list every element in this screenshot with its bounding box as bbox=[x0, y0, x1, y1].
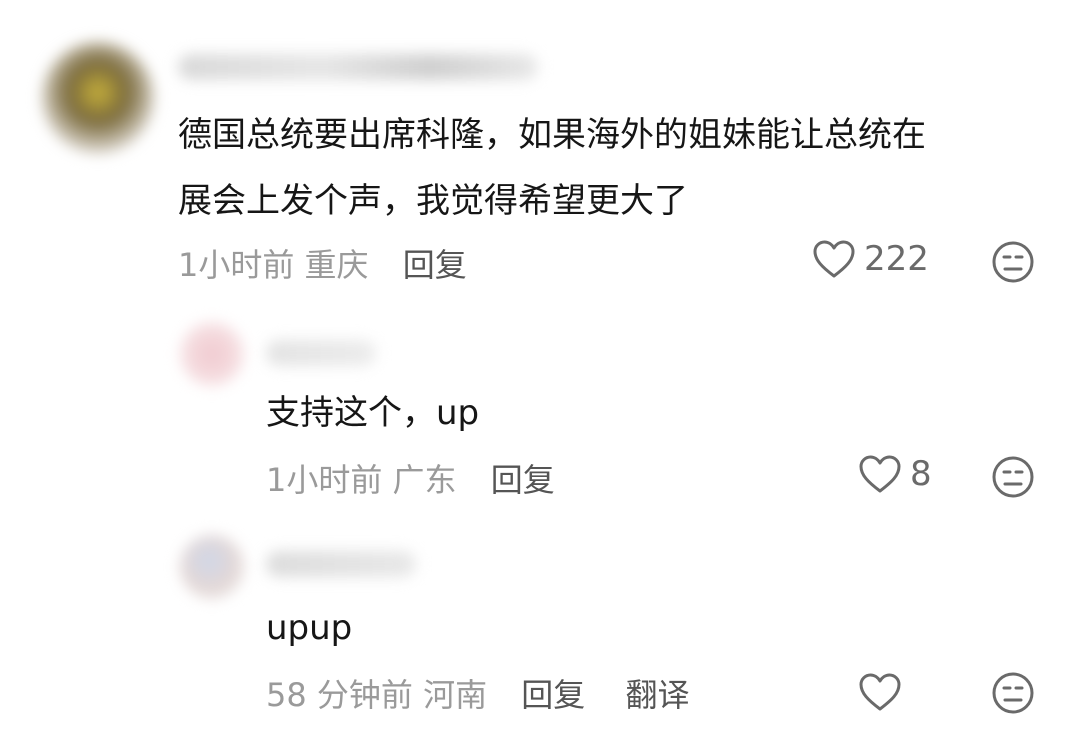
username-blurred[interactable] bbox=[266, 340, 376, 366]
neutral-face-icon bbox=[992, 241, 1034, 283]
dislike-button[interactable] bbox=[991, 455, 1035, 499]
username-blurred[interactable] bbox=[266, 551, 416, 577]
neutral-face-icon bbox=[992, 672, 1034, 714]
location: 广东 bbox=[392, 461, 457, 499]
dislike-button[interactable] bbox=[991, 671, 1035, 715]
like-count: 8 bbox=[910, 454, 932, 494]
comment-top-level: 德国总统要出席科隆，如果海外的姐妹能让总统在 展会上发个声，我觉得希望更大了 1… bbox=[0, 0, 1065, 300]
heart-outline-icon bbox=[813, 240, 855, 278]
comment-text: 支持这个，up bbox=[266, 380, 479, 446]
like-button[interactable]: 222 bbox=[812, 238, 929, 280]
translate-button[interactable]: 翻译 bbox=[625, 676, 689, 714]
avatar[interactable] bbox=[180, 322, 244, 386]
comment-text-line: 德国总统要出席科隆，如果海外的姐妹能让总统在 bbox=[178, 115, 926, 155]
timestamp: 1小时前 bbox=[266, 461, 383, 499]
location: 重庆 bbox=[304, 246, 369, 284]
neutral-face-icon bbox=[992, 456, 1034, 498]
username-blurred[interactable] bbox=[178, 54, 538, 80]
comment-meta: 58 分钟前 河南 回复 翻译 bbox=[266, 670, 689, 716]
like-button[interactable]: 8 bbox=[858, 453, 932, 495]
comment-text: 德国总统要出席科隆，如果海外的姐妹能让总统在 展会上发个声，我觉得希望更大了 bbox=[178, 102, 926, 234]
comment-text-line: 支持这个，up bbox=[266, 393, 480, 433]
comment-text: upup bbox=[266, 595, 352, 661]
reply-button[interactable]: 回复 bbox=[403, 246, 467, 284]
heart-outline-icon bbox=[859, 455, 901, 493]
comment-meta: 1小时前 广东 回复 bbox=[266, 455, 555, 501]
timestamp: 58 分钟前 bbox=[266, 676, 413, 714]
reply-button[interactable]: 回复 bbox=[521, 676, 585, 714]
like-button[interactable] bbox=[858, 671, 910, 713]
comment-text-line: 展会上发个声，我觉得希望更大了 bbox=[178, 181, 688, 221]
avatar[interactable] bbox=[42, 42, 154, 154]
like-count: 222 bbox=[864, 239, 929, 279]
avatar[interactable] bbox=[180, 535, 244, 599]
dislike-button[interactable] bbox=[991, 240, 1035, 284]
heart-outline-icon bbox=[859, 673, 901, 711]
comment-text-line: upup bbox=[266, 608, 353, 648]
comment-meta: 1小时前 重庆 回复 bbox=[178, 240, 467, 286]
timestamp: 1小时前 bbox=[178, 246, 295, 284]
location: 河南 bbox=[423, 676, 488, 714]
comment-reply: upup 58 分钟前 河南 回复 翻译 bbox=[0, 515, 1065, 743]
reply-button[interactable]: 回复 bbox=[491, 461, 555, 499]
comment-reply: 支持这个，up 1小时前 广东 回复 8 bbox=[0, 300, 1065, 515]
